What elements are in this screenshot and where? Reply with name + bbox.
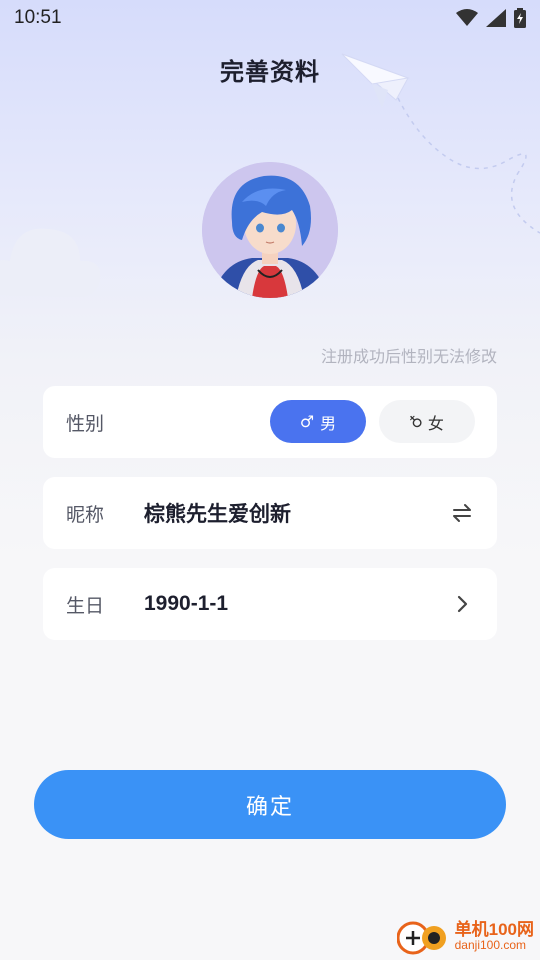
- watermark: 单机100网 danji100.com: [396, 916, 534, 956]
- avatar[interactable]: [202, 162, 338, 298]
- nickname-value: 棕熊先生爱创新: [144, 502, 291, 526]
- status-time: 10:51: [14, 7, 62, 28]
- page-title: 完善资料: [220, 58, 320, 86]
- cellular-signal-icon: [486, 9, 506, 27]
- cloud-decoration: [0, 228, 101, 297]
- male-icon: ♂: [299, 412, 315, 431]
- gender-female-button[interactable]: ♀ 女: [379, 400, 475, 443]
- watermark-logo-icon: [396, 921, 446, 955]
- swap-icon[interactable]: [449, 500, 475, 526]
- chevron-right-icon: [457, 595, 468, 613]
- gender-notice: 注册成功后性别无法修改: [320, 347, 497, 366]
- wifi-icon: [456, 9, 478, 26]
- gender-female-label: 女: [427, 413, 444, 433]
- status-bar: 10:51: [0, 0, 540, 36]
- birthday-value: 1990-1-1: [144, 592, 229, 615]
- birthday-card[interactable]: 生日 1990-1-1: [43, 568, 497, 640]
- nickname-label: 昵称: [66, 503, 105, 526]
- gender-label: 性别: [66, 412, 105, 435]
- birthday-label: 生日: [66, 594, 105, 617]
- avatar-illustration: [202, 162, 338, 298]
- gender-male-button[interactable]: ♂ 男: [270, 400, 366, 443]
- status-icons: [456, 8, 526, 28]
- watermark-name: 单机100网: [454, 919, 534, 939]
- female-icon: ♀: [405, 410, 427, 433]
- watermark-url: danji100.com: [454, 937, 527, 952]
- confirm-button[interactable]: 确定: [34, 770, 506, 839]
- gender-card: 性别 ♂ 男 ♀ 女: [43, 386, 497, 458]
- nickname-card[interactable]: 昵称 棕熊先生爱创新: [43, 477, 497, 549]
- battery-icon: [514, 8, 526, 28]
- gender-male-label: 男: [320, 413, 337, 433]
